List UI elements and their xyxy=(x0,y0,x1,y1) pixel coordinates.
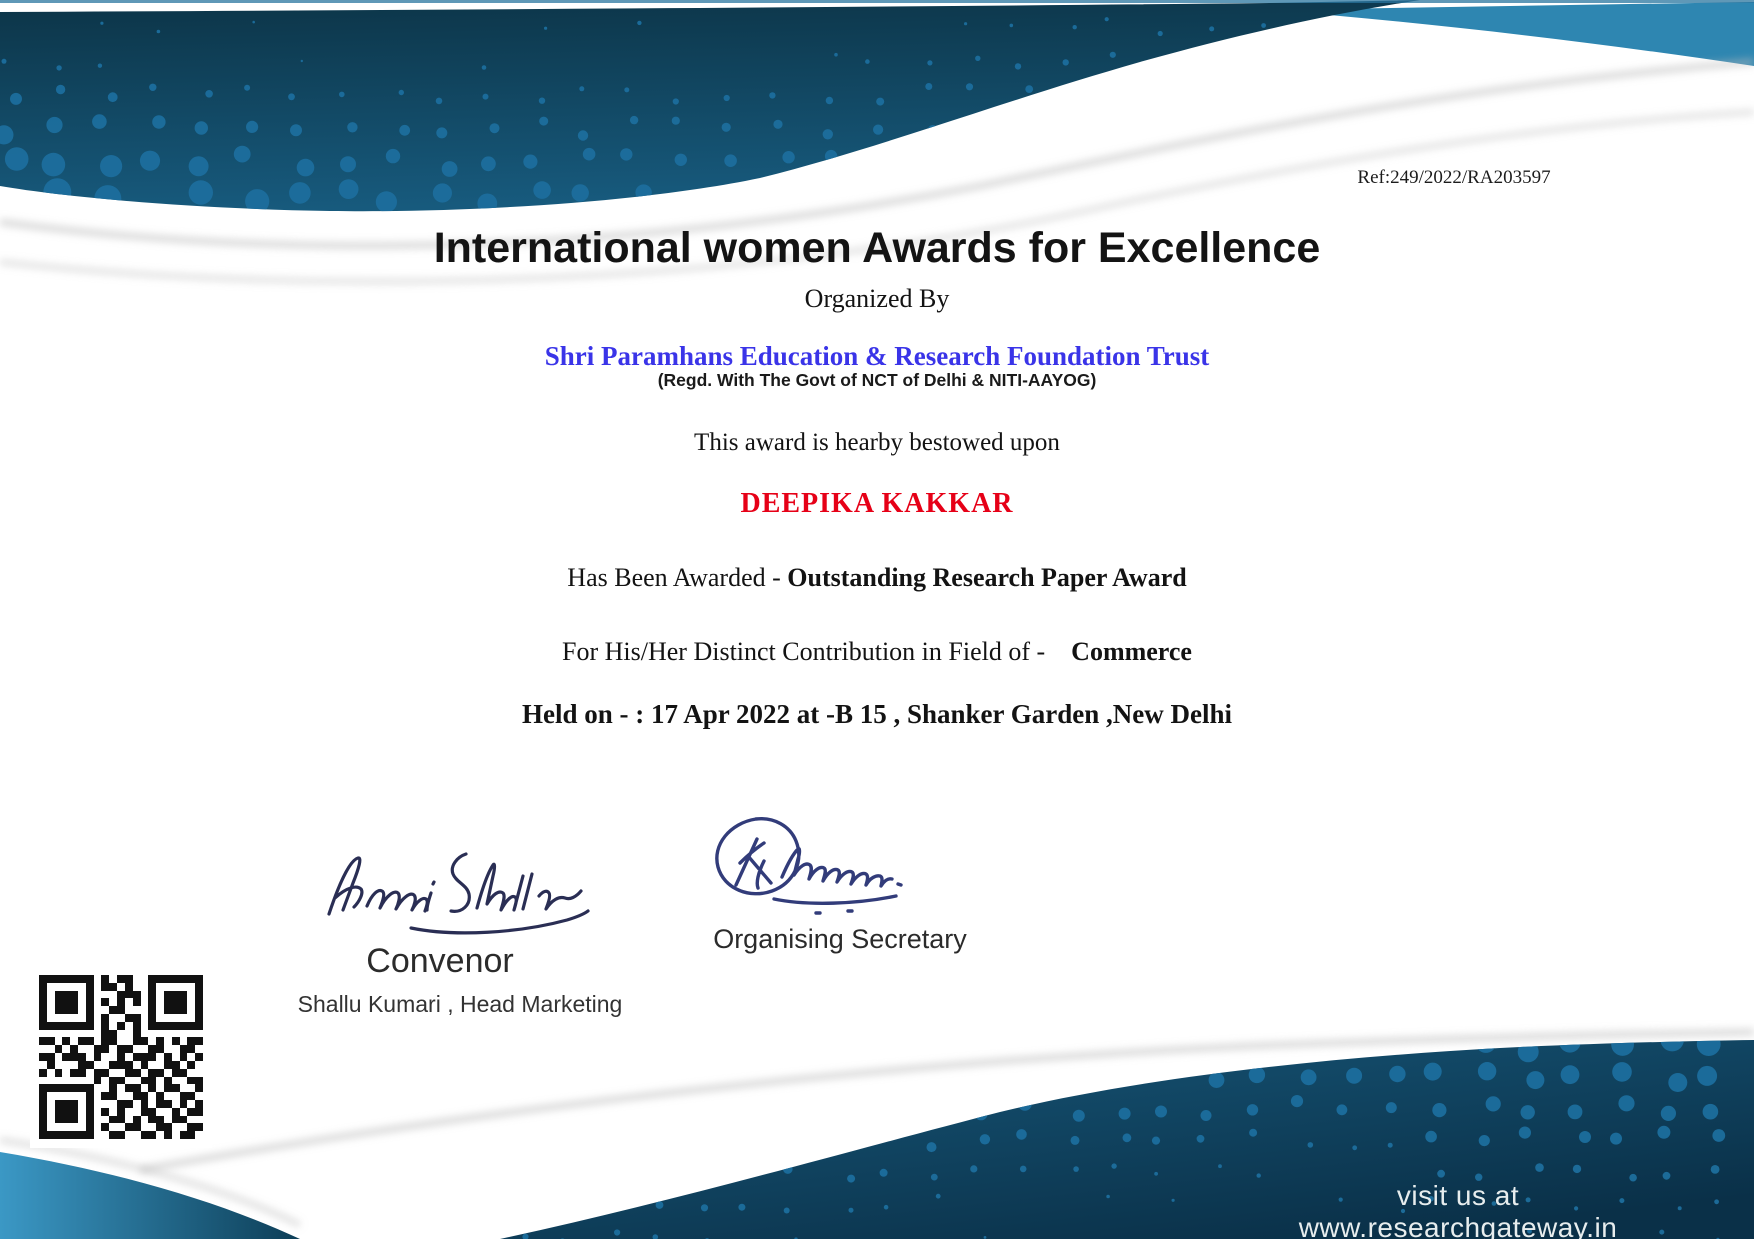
visit-url: visit us at www.researchgateway.in xyxy=(1248,1180,1668,1239)
top-band xyxy=(0,0,1420,211)
award-name: Outstanding Research Paper Award xyxy=(787,563,1186,592)
top-edge-strip xyxy=(0,0,1754,3)
held-on-line: Held on - : 17 Apr 2022 at -B 15 , Shank… xyxy=(0,699,1754,730)
award-line-prefix: Has Been Awarded - xyxy=(567,563,787,592)
field-value: Commerce xyxy=(1071,637,1192,666)
reference-number: Ref:249/2022/RA203597 xyxy=(1244,167,1664,189)
recipient-name: DEEPIKA KAKKAR xyxy=(0,488,1754,520)
field-line: For His/Her Distinct Contribution in Fie… xyxy=(0,637,1754,667)
convenor-signature xyxy=(315,840,615,950)
secretary-signature xyxy=(700,805,960,920)
registration-note: (Regd. With The Govt of NCT of Delhi & N… xyxy=(0,370,1754,390)
convenor-label: Convenor xyxy=(280,942,600,981)
qr-code-frame xyxy=(30,966,212,1148)
secretary-label: Organising Secretary xyxy=(680,924,1000,955)
organized-by-label: Organized By xyxy=(0,284,1754,314)
certificate-title: International women Awards for Excellenc… xyxy=(0,224,1754,273)
organization-name: Shri Paramhans Education & Research Foun… xyxy=(0,341,1754,372)
field-line-prefix: For His/Her Distinct Contribution in Fie… xyxy=(562,637,1045,666)
convenor-name-line: Shallu Kumari , Head Marketing xyxy=(280,991,640,1018)
award-line: Has Been Awarded - Outstanding Research … xyxy=(0,563,1754,593)
certificate-page: Ref:249/2022/RA203597 International wome… xyxy=(0,0,1754,1239)
bestow-line: This award is hearby bestowed upon xyxy=(0,429,1754,458)
qr-code xyxy=(39,975,203,1139)
